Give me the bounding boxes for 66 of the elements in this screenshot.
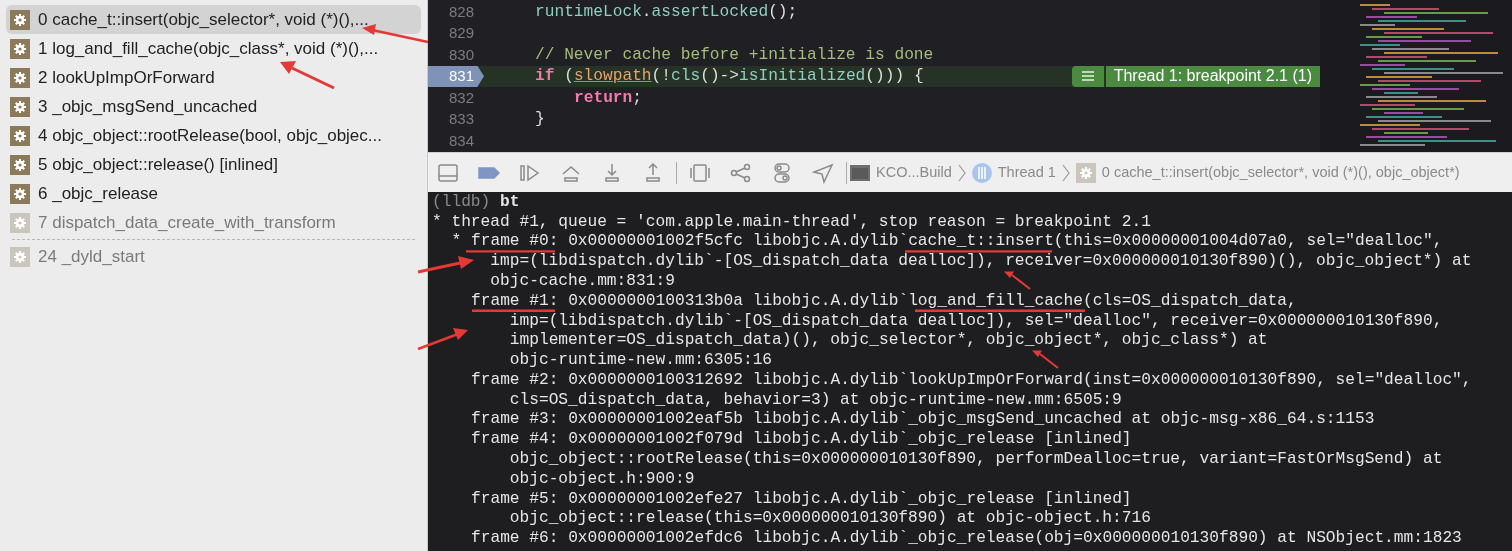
- current-frame-marker: *: [451, 233, 463, 250]
- stack-frame-item[interactable]: 0 cache_t::insert(objc_selector*, void (*)(),...: [6, 5, 421, 34]
- console-line: cls=OS_dispatch_data, behavior=3) at objc-runtime-new.mm:6505:9: [509, 391, 1122, 408]
- console-line: objc-runtime-new.mm:6305:16: [509, 352, 773, 369]
- line-number: 832: [447, 87, 475, 108]
- line-number: 830: [447, 44, 475, 65]
- console-line: objc_object::rootRelease(this=0x000000010130f890, performDealloc=true, variant=FastOrMsgSend) at: [509, 451, 1443, 468]
- annotation-arrow: [1004, 271, 1031, 290]
- console-line: objc-cache.mm:831:9: [490, 273, 675, 289]
- console-line: frame #2: 0x0000000100312692 libobjc.A.dylib`lookUpImpOrForward(inst=0x000000010130f890, sel="dealloc",: [471, 371, 1472, 388]
- gear-icon: [10, 154, 30, 175]
- panel-toggle-icon[interactable]: [436, 161, 460, 184]
- console-line: objc-object.h:900:9: [509, 470, 695, 487]
- console-line: frame #6: 0x00000001002efdc6 libobjc.A.dylib`_objc_release(obj=0x000000010130f890) at NSObject.mm:1823: [471, 530, 1462, 547]
- stack-frame-item[interactable]: 5 objc_object::release() [inlined]: [6, 150, 421, 179]
- chevron-icon: [1061, 162, 1070, 183]
- line-number: 828: [447, 1, 475, 22]
- annotation-arrow: [280, 61, 335, 90]
- graph-icon[interactable]: [729, 161, 753, 184]
- line-number: 834: [447, 130, 475, 151]
- window-icon: [850, 164, 870, 181]
- console-line: frame #3: 0x00000001002eaf5b libobjc.A.dylib`_objc_msgSend_uncached at objc-msg-x86_64.s:1153: [471, 411, 1375, 428]
- stack-frame-item[interactable]: 7 dispatch_data_create_with_transform: [6, 208, 421, 237]
- console-prompt: (lldb): [432, 192, 491, 211]
- console-line: * thread #1, queue = 'com.apple.main-thread', stop reason = breakpoint 2.1: [432, 213, 1151, 230]
- stack-frame-item[interactable]: 4 objc_object::rootRelease(bool, objc_objec...: [6, 121, 421, 150]
- console-line: imp=(libdispatch.dylib`-[OS_dispatch_data dealloc]), sel="dealloc", receiver=0x000000010130f890,: [509, 312, 1443, 329]
- annotation-arrow: [417, 328, 468, 351]
- console-line: frame #4: 0x00000001002f079d libobjc.A.dylib`_objc_release [inlined]: [471, 431, 1132, 448]
- gear-icon: [10, 67, 30, 88]
- console-line: implementer=OS_dispatch_data)(), objc_selector*, objc_object*, objc_class*) at: [509, 332, 1268, 349]
- console-line: imp=(libdispatch.dylib`-[OS_dispatch_data dealloc]), receiver=0x000000010130f890)(), objc_object*) at: [490, 253, 1472, 270]
- line-number: 829: [447, 23, 475, 43]
- gear-icon: [10, 246, 30, 267]
- stack-frame-item[interactable]: 3 _objc_msgSend_uncached: [6, 92, 421, 121]
- line-number: 831: [428, 65, 484, 87]
- code-line: // Never cache before +initialize is done: [535, 44, 934, 66]
- view-hierarchy-icon[interactable]: [688, 161, 712, 184]
- code-line: return;: [574, 87, 642, 109]
- code-line: if (slowpath(!cls()->isInitialized())) {: [535, 66, 924, 88]
- stack-frame-item[interactable]: 6 _objc_release: [6, 179, 421, 208]
- gear-icon: [10, 212, 30, 233]
- annotation-arrow: [417, 256, 474, 274]
- console-line: frame #5: 0x00000001002efe27 libobjc.A.dylib`_objc_release [inlined]: [471, 490, 1132, 507]
- gear-icon: [1075, 162, 1096, 183]
- console-line: frame #1: 0x0000000100313b0a libobjc.A.dylib`log_and_fill_cache(cls=OS_dispatch_data,: [471, 292, 1297, 309]
- minimap-drawing[interactable]: [1320, 0, 1512, 152]
- console-line: objc_object::release(this=0x000000010130f890) at objc-object.h:716: [509, 510, 1151, 527]
- console-line: frame #0: 0x00000001002f5cfc libobjc.A.dylib`cache_t::insert(this=0x00000001004d07a0, sel="dealloc",: [471, 233, 1443, 250]
- gear-icon: [10, 9, 30, 30]
- gear-icon: [10, 38, 30, 59]
- gear-icon: [10, 183, 30, 204]
- thread-icon: [971, 162, 992, 183]
- code-line: runtimeLock.assertLocked();: [535, 1, 798, 23]
- location-arrow-icon[interactable]: [811, 161, 835, 184]
- stack-frame-item[interactable]: 24 _dyld_start: [6, 242, 421, 271]
- chevron-icon: [957, 162, 966, 183]
- code-line: }: [535, 109, 545, 131]
- menu-icon[interactable]: [1071, 65, 1104, 87]
- line-number: 833: [447, 109, 475, 129]
- annotation-arrow: [1032, 350, 1059, 369]
- stack-frame-item[interactable]: 1 log_and_fill_cache(objc_class*, void (*)(),...: [6, 34, 421, 63]
- gear-icon: [10, 96, 30, 117]
- breakpoint-badge: Thread 1: breakpoint 2.1 (1): [1105, 65, 1320, 87]
- console-command: bt: [500, 192, 520, 211]
- gear-icon: [10, 125, 30, 146]
